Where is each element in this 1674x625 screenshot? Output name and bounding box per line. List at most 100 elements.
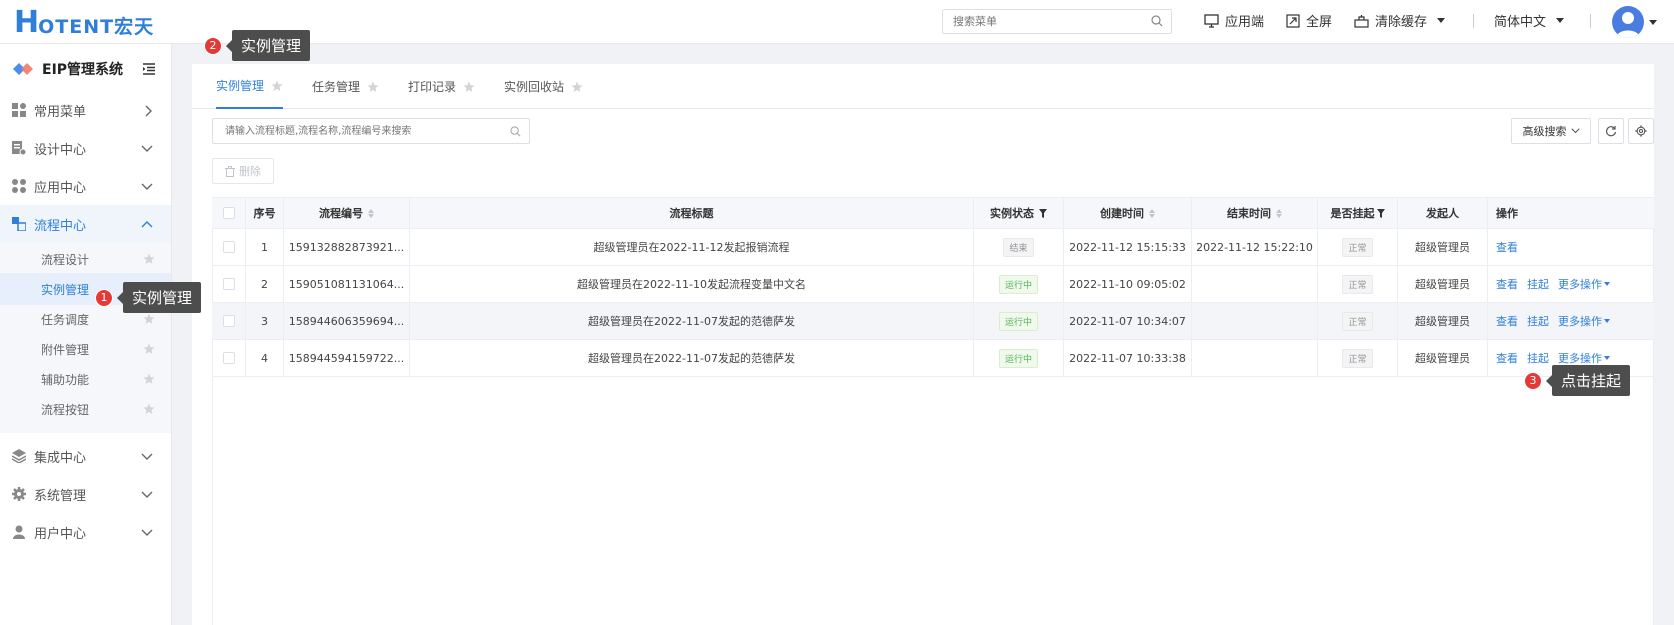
caret-down-icon <box>1604 319 1610 323</box>
header-suspended[interactable]: 是否挂起 <box>1318 198 1398 228</box>
collapse-menu-icon[interactable] <box>142 63 156 75</box>
advanced-search-button[interactable]: 高级搜索 <box>1511 118 1591 144</box>
suspend-status-badge: 正常 <box>1342 274 1373 294</box>
sidebar-subitem-auxiliary[interactable]: 辅助功能 <box>0 363 171 395</box>
sort-icon[interactable] <box>1276 208 1282 218</box>
header-created[interactable]: 创建时间 <box>1064 198 1192 228</box>
row-checkbox-cell <box>212 303 246 339</box>
app-client-button[interactable]: 应用端 <box>1204 11 1264 30</box>
header-ended[interactable]: 结束时间 <box>1192 198 1318 228</box>
trash-icon <box>225 165 235 177</box>
step-badge: 3 <box>1524 371 1542 390</box>
row-actions: 查看 挂起 更多操作 <box>1488 266 1654 302</box>
row-status-cell: 运行中 <box>974 266 1064 302</box>
more-actions-dropdown[interactable]: 更多操作 <box>1558 276 1610 292</box>
language-select[interactable]: 简体中文 <box>1494 11 1565 30</box>
suspend-link[interactable]: 挂起 <box>1527 313 1549 329</box>
row-title[interactable]: 超级管理员在2022-11-07发起的范德萨发 <box>410 303 974 339</box>
row-title[interactable]: 超级管理员在2022-11-12发起报销流程 <box>410 229 974 265</box>
sidebar-item-integration[interactable]: 集成中心 <box>0 437 171 475</box>
header-initiator: 发起人 <box>1398 198 1488 228</box>
tab-instance-mgmt[interactable]: 实例管理 <box>216 64 284 109</box>
callout-text: 实例管理 <box>225 30 311 61</box>
divider <box>1473 14 1474 28</box>
hotent-logo[interactable]: H OTENT宏天 <box>14 5 154 40</box>
filter-icon[interactable] <box>1376 208 1385 218</box>
row-suspended-cell: 正常 <box>1318 266 1398 302</box>
sidebar-item-design[interactable]: 设计中心 <box>0 129 171 167</box>
user-avatar-icon <box>1616 12 1640 38</box>
apps-icon <box>12 179 26 193</box>
sidebar-item-process[interactable]: 流程中心 <box>0 205 171 243</box>
callout-text: 点击挂起 <box>1545 365 1631 396</box>
chevron-right-icon <box>145 105 152 117</box>
sort-icon[interactable] <box>1149 208 1155 218</box>
more-actions-dropdown[interactable]: 更多操作 <box>1558 313 1610 329</box>
monitor-icon <box>1204 13 1219 28</box>
row-actions: 查看 挂起 更多操作 <box>1488 303 1654 339</box>
row-initiator: 超级管理员 <box>1398 303 1488 339</box>
header-actions: 操作 <box>1496 207 1518 220</box>
star-icon[interactable] <box>143 373 155 385</box>
menu-search-input[interactable] <box>943 10 1133 33</box>
table-row: 1 159132882873921... 超级管理员在2022-11-12发起报… <box>212 229 1654 266</box>
view-link[interactable]: 查看 <box>1496 239 1518 255</box>
star-icon[interactable] <box>143 343 155 355</box>
row-checkbox[interactable] <box>222 278 235 290</box>
sort-icon[interactable] <box>368 208 374 218</box>
row-title[interactable]: 超级管理员在2022-11-10发起流程变量中文名 <box>410 266 974 302</box>
divider <box>1590 14 1591 28</box>
header-status[interactable]: 实例状态 <box>974 198 1064 228</box>
process-search-input[interactable] <box>213 119 493 143</box>
fullscreen-button[interactable]: 全屏 <box>1286 11 1332 30</box>
grid-icon <box>12 103 26 117</box>
view-link[interactable]: 查看 <box>1496 313 1518 329</box>
row-checkbox[interactable] <box>222 241 235 253</box>
filter-icon[interactable] <box>1039 208 1047 218</box>
sidebar-item-user[interactable]: 用户中心 <box>0 513 171 551</box>
delete-button[interactable]: 删除 <box>212 158 274 184</box>
star-icon[interactable] <box>143 403 155 415</box>
main-panel: 实例管理 任务管理 打印记录 实例回收站 高级搜索 删除 <box>192 64 1654 625</box>
sidebar-item-common[interactable]: 常用菜单 <box>0 91 171 129</box>
tab-print-records[interactable]: 打印记录 <box>408 64 475 109</box>
search-icon[interactable] <box>1151 15 1163 27</box>
star-icon[interactable] <box>367 81 379 93</box>
more-actions-dropdown[interactable]: 更多操作 <box>1558 350 1610 366</box>
header-code[interactable]: 流程编号 <box>284 198 410 228</box>
star-icon[interactable] <box>143 313 155 325</box>
row-checkbox[interactable] <box>222 352 235 364</box>
sidebar-item-app[interactable]: 应用中心 <box>0 167 171 205</box>
tab-task-mgmt[interactable]: 任务管理 <box>312 64 379 109</box>
select-all-checkbox[interactable] <box>222 207 235 219</box>
status-badge: 运行中 <box>998 311 1038 331</box>
row-checkbox[interactable] <box>222 315 235 327</box>
clear-cache-button[interactable]: 清除缓存 <box>1354 11 1446 30</box>
chevron-down-icon <box>141 145 153 152</box>
view-link[interactable]: 查看 <box>1496 350 1518 366</box>
row-ended <box>1192 303 1318 339</box>
gear-icon <box>12 487 26 501</box>
row-suspended-cell: 正常 <box>1318 229 1398 265</box>
suspend-link[interactable]: 挂起 <box>1527 350 1549 366</box>
step-badge: 2 <box>204 36 222 55</box>
avatar-dropdown-icon[interactable] <box>1649 20 1657 25</box>
tab-instance-recycle[interactable]: 实例回收站 <box>504 64 583 109</box>
star-icon[interactable] <box>271 80 283 92</box>
sidebar-item-system[interactable]: 系统管理 <box>0 475 171 513</box>
star-icon[interactable] <box>571 81 583 93</box>
sidebar-subitem-attachment[interactable]: 附件管理 <box>0 333 171 365</box>
settings-button[interactable] <box>1628 118 1654 144</box>
sidebar-subitem-process-buttons[interactable]: 流程按钮 <box>0 393 171 425</box>
star-icon[interactable] <box>463 81 475 93</box>
view-link[interactable]: 查看 <box>1496 276 1518 292</box>
system-title: EIP管理系统 <box>12 54 162 84</box>
callout-text: 实例管理 <box>116 282 202 313</box>
suspend-link[interactable]: 挂起 <box>1527 276 1549 292</box>
star-icon[interactable] <box>143 253 155 265</box>
refresh-button[interactable] <box>1598 118 1624 144</box>
search-icon[interactable] <box>510 126 521 137</box>
row-title[interactable]: 超级管理员在2022-11-07发起的范德萨发 <box>410 340 974 376</box>
sidebar-subitem-process-design[interactable]: 流程设计 <box>0 243 171 275</box>
avatar[interactable] <box>1612 6 1644 38</box>
